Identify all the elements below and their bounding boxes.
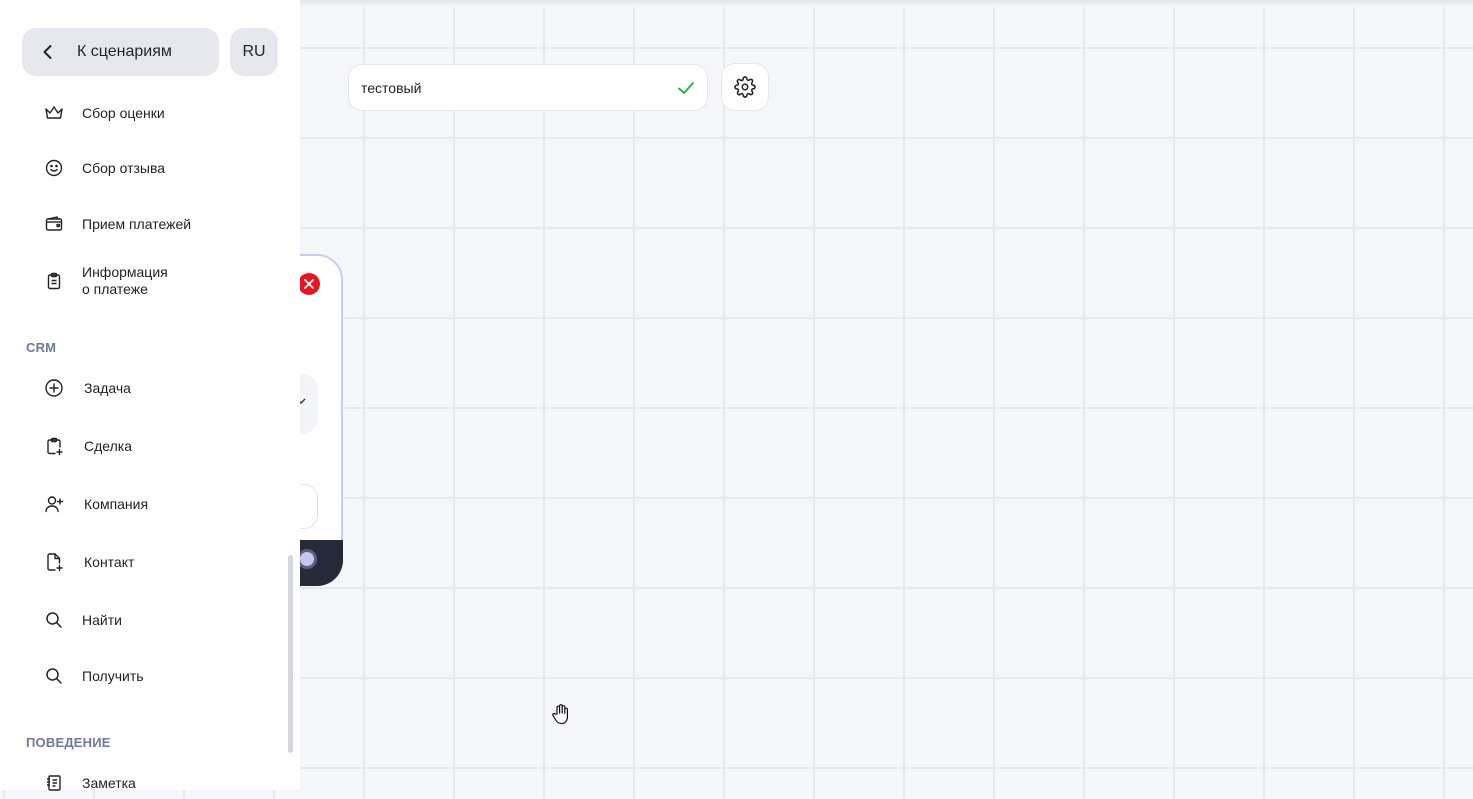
sidebar-item-feedback[interactable]: Сбор отзыва — [44, 152, 165, 184]
sidebar-item-find[interactable]: Найти — [44, 604, 122, 636]
sidebar-item-company[interactable]: Компания — [44, 488, 148, 520]
search-icon — [44, 610, 64, 630]
close-icon — [304, 279, 314, 289]
sidebar-item-label: Задача — [84, 379, 131, 396]
sidebar-item-label: Прием платежей — [82, 215, 192, 232]
note-icon — [44, 773, 64, 793]
smile-icon — [44, 158, 64, 178]
sidebar-item-label: Информация о платеже — [82, 264, 168, 297]
wallet-icon — [44, 214, 64, 234]
sidebar-item-label: Сбор оценки — [82, 104, 165, 121]
sidebar: К сценариям RU Сбор оценки Сбор отзыва П… — [0, 0, 300, 791]
node-delete-button[interactable] — [298, 273, 320, 295]
file-plus-icon — [44, 552, 64, 572]
section-title-behavior: ПОВЕДЕНИЕ — [26, 735, 111, 750]
sidebar-item-get[interactable]: Получить — [44, 660, 144, 692]
sidebar-item-note[interactable]: Заметка — [44, 767, 136, 799]
sidebar-item-task[interactable]: Задача — [44, 372, 131, 404]
sidebar-item-label: Компания — [84, 495, 149, 512]
sidebar-item-label: Контакт — [84, 553, 135, 570]
clipboard-plus-icon — [44, 436, 64, 456]
crown-icon — [44, 103, 64, 123]
sidebar-scrollbar[interactable] — [288, 555, 293, 753]
section-title-crm: CRM — [26, 340, 57, 355]
sidebar-item-label: Найти — [82, 611, 122, 628]
gear-icon — [734, 76, 756, 98]
sidebar-item-rating[interactable]: Сбор оценки — [44, 97, 165, 129]
sidebar-item-payment-info[interactable]: Информация о платеже — [44, 264, 168, 298]
sidebar-item-label: Сделка — [84, 437, 132, 454]
chevron-left-icon — [43, 45, 52, 59]
back-button-label: К сценариям — [77, 43, 172, 60]
sidebar-item-payments[interactable]: Прием платежей — [44, 208, 191, 240]
sidebar-item-deal[interactable]: Сделка — [44, 430, 132, 462]
sidebar-item-label: Сбор отзыва — [82, 159, 166, 176]
language-button[interactable]: RU — [230, 28, 278, 76]
sidebar-item-label: Заметка — [82, 774, 136, 791]
sidebar-item-label: Получить — [82, 667, 144, 684]
node-output-port[interactable] — [297, 549, 317, 569]
back-to-scenarios-button[interactable]: К сценариям — [22, 28, 219, 76]
scenario-name-input[interactable] — [361, 79, 677, 96]
hand-cursor-icon — [552, 704, 568, 725]
check-icon[interactable] — [677, 79, 695, 97]
scenario-name-field[interactable] — [348, 64, 708, 111]
user-plus-icon — [44, 494, 64, 514]
settings-button[interactable] — [721, 63, 769, 111]
clipboard-icon — [44, 271, 64, 291]
sidebar-item-contact[interactable]: Контакт — [44, 546, 134, 578]
plus-circle-icon — [44, 378, 64, 398]
search-icon — [44, 666, 64, 686]
